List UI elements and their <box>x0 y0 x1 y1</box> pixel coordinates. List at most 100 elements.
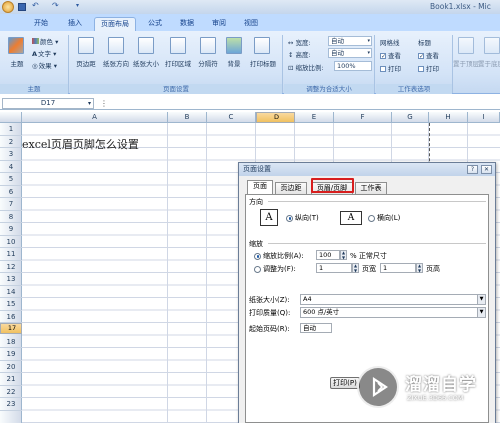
save-icon[interactable] <box>18 3 26 11</box>
send-backward-icon[interactable] <box>484 37 500 54</box>
row-header[interactable]: 23 <box>0 398 22 411</box>
row-header[interactable]: 16 <box>0 311 22 323</box>
print-quality-select[interactable]: 600 点/英寸 ▼ <box>300 307 486 318</box>
theme-effects-button[interactable]: ◎效果 ▾ <box>32 60 57 70</box>
background-button[interactable]: 背景 <box>222 58 246 68</box>
adjust-to-radio[interactable]: 缩放比例(A): <box>254 251 304 261</box>
print-titles-button[interactable]: 打印标题 <box>246 58 280 68</box>
row-header[interactable]: 7 <box>0 198 22 211</box>
gridlines-print-checkbox[interactable]: 打印 <box>380 63 401 73</box>
row-header[interactable]: 21 <box>0 373 22 386</box>
size-button[interactable]: 纸张大小 <box>130 58 162 68</box>
column-header[interactable]: B <box>168 112 207 123</box>
row-header[interactable]: 19 <box>0 348 22 361</box>
row-header[interactable]: 9 <box>0 223 22 236</box>
print-titles-icon[interactable] <box>254 37 270 54</box>
breaks-button[interactable]: 分隔符 <box>193 58 223 68</box>
radio-icon <box>254 252 261 260</box>
headings-print-checkbox[interactable]: 打印 <box>418 63 439 73</box>
name-box[interactable]: D17 ▾ <box>2 98 94 109</box>
theme-fonts-button[interactable]: A文字 ▾ <box>32 48 56 58</box>
redo-icon[interactable]: ↷ <box>52 1 59 10</box>
send-backward-button[interactable]: 置于底层 <box>478 58 500 68</box>
print-area-icon[interactable] <box>170 37 186 54</box>
bring-forward-button[interactable]: 置于顶层 <box>452 58 480 68</box>
margins-button[interactable]: 页边距 <box>70 58 102 68</box>
fit-tall-spinner[interactable]: ▲ ▼ <box>416 263 423 273</box>
window-title: Book1.xlsx - Mic <box>430 2 491 11</box>
landscape-radio[interactable]: 横向(L) <box>368 213 400 223</box>
portrait-radio[interactable]: 纵向(T) <box>286 213 319 223</box>
size-icon[interactable] <box>138 37 154 54</box>
tab-formulas[interactable]: 公式 <box>142 17 168 31</box>
tab-insert[interactable]: 插入 <box>62 17 88 31</box>
office-button[interactable] <box>2 1 14 13</box>
tab-margins[interactable]: 页边距 <box>275 182 307 194</box>
column-header-selected[interactable]: D <box>256 112 295 123</box>
bring-forward-icon[interactable] <box>458 37 474 54</box>
row-header[interactable]: 22 <box>0 386 22 398</box>
gridlines-view-checkbox[interactable]: ✓ 查看 <box>380 50 401 60</box>
scale-percent-spinner[interactable]: ▲ ▼ <box>340 250 347 260</box>
row-header[interactable]: 11 <box>0 248 22 261</box>
column-header[interactable]: I <box>468 112 500 123</box>
tab-page-layout[interactable]: 页面布局 <box>94 17 136 31</box>
headings-view-checkbox[interactable]: ✓ 查看 <box>418 50 439 60</box>
background-icon[interactable] <box>226 37 242 54</box>
print-button[interactable]: 打印(P) <box>330 377 360 389</box>
row-header[interactable]: 14 <box>0 286 22 298</box>
qat-customize-icon[interactable]: ▾ <box>76 2 79 9</box>
tab-review[interactable]: 审阅 <box>206 17 232 31</box>
themes-icon[interactable] <box>8 37 24 54</box>
close-button[interactable]: ✕ <box>481 165 492 174</box>
row-header[interactable]: 20 <box>0 361 22 373</box>
tab-data[interactable]: 数据 <box>174 17 200 31</box>
row-header-selected[interactable]: 17 <box>0 323 22 334</box>
row-header[interactable]: 3 <box>0 148 22 161</box>
column-header[interactable]: E <box>295 112 334 123</box>
tab-home[interactable]: 开始 <box>28 17 54 31</box>
row-header[interactable]: 4 <box>0 161 22 173</box>
column-header[interactable]: A <box>22 112 168 123</box>
themes-button[interactable]: 主题 <box>4 58 30 68</box>
row-header[interactable]: 18 <box>0 336 22 348</box>
row-header[interactable]: 8 <box>0 211 22 223</box>
fit-to-radio[interactable]: 调整为(F): <box>254 264 296 274</box>
tab-view[interactable]: 视图 <box>238 17 264 31</box>
select-all-corner[interactable] <box>0 112 22 123</box>
paper-size-select[interactable]: A4 ▼ <box>300 294 486 305</box>
theme-colors-button[interactable]: 颜色 ▾ <box>32 36 58 46</box>
orientation-icon[interactable] <box>108 37 124 54</box>
margins-icon[interactable] <box>78 37 94 54</box>
fit-wide-input[interactable]: 1 <box>316 263 352 273</box>
help-button[interactable]: ? <box>467 165 478 174</box>
first-page-number-input[interactable]: 自动 <box>300 323 332 333</box>
row-header[interactable]: 5 <box>0 173 22 186</box>
column-header[interactable]: C <box>207 112 256 123</box>
width-combo[interactable]: 自动 ▾ <box>328 36 372 46</box>
tab-sheet[interactable]: 工作表 <box>355 182 387 194</box>
row-header[interactable]: 2 <box>0 136 22 148</box>
tab-page[interactable]: 页面 <box>247 180 273 194</box>
cell-a1[interactable]: excel页眉页脚怎么设置 <box>22 136 139 152</box>
row-header[interactable]: 15 <box>0 298 22 311</box>
orientation-button[interactable]: 纸张方向 <box>100 58 132 68</box>
column-header[interactable]: F <box>334 112 392 123</box>
row-header[interactable]: 6 <box>0 186 22 198</box>
chevron-down-icon[interactable]: ▾ <box>88 99 91 108</box>
fit-tall-input[interactable]: 1 <box>380 263 416 273</box>
fx-icon[interactable]: ⋮ <box>100 99 108 108</box>
breaks-icon[interactable] <box>200 37 216 54</box>
print-area-button[interactable]: 打印区域 <box>162 58 194 68</box>
row-header[interactable]: 13 <box>0 273 22 286</box>
column-header[interactable]: H <box>429 112 468 123</box>
row-header[interactable]: 12 <box>0 261 22 273</box>
column-header[interactable]: G <box>392 112 429 123</box>
row-header[interactable]: 1 <box>0 123 22 136</box>
row-header[interactable]: 10 <box>0 236 22 248</box>
undo-icon[interactable]: ↶ <box>32 1 39 10</box>
scale-percent-input[interactable]: 100 <box>316 250 340 260</box>
scale-spinner[interactable]: 100% <box>334 61 372 71</box>
fit-wide-spinner[interactable]: ▲ ▼ <box>352 263 359 273</box>
height-combo[interactable]: 自动 ▾ <box>328 48 372 58</box>
